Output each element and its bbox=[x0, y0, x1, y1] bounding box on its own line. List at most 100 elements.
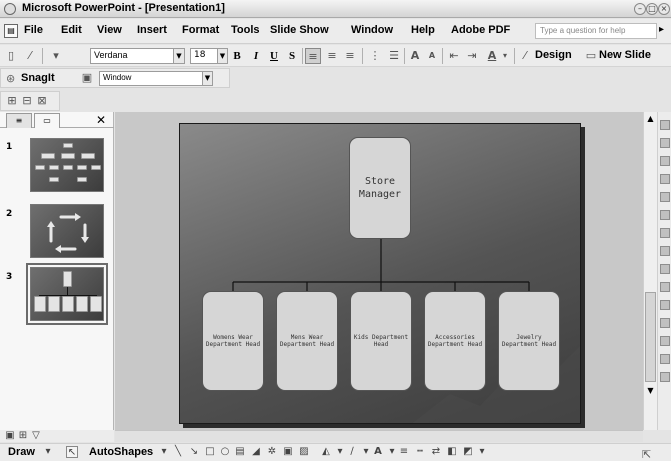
3d-style-icon[interactable]: ◩ bbox=[462, 446, 474, 458]
numbering-icon[interactable]: ⋮ bbox=[367, 48, 383, 64]
close-pane-icon[interactable]: ✕ bbox=[96, 113, 106, 127]
slide-show-view-icon[interactable]: ▽ bbox=[30, 430, 42, 442]
tool-icon[interactable] bbox=[660, 354, 670, 364]
minimize-icon[interactable]: – bbox=[634, 3, 646, 15]
font-color-dropdown-icon[interactable]: ▾ bbox=[497, 48, 513, 64]
slide-sorter-view-icon[interactable]: ⊞ bbox=[17, 430, 29, 442]
new-document-icon[interactable]: ▯ bbox=[3, 48, 19, 64]
draw-dropdown-icon[interactable]: ▾ bbox=[42, 446, 54, 458]
scrollbar-thumb[interactable] bbox=[645, 292, 656, 382]
horizontal-scrollbar[interactable] bbox=[115, 430, 643, 442]
tool-icon[interactable] bbox=[660, 174, 670, 184]
tool-icon[interactable] bbox=[660, 120, 670, 130]
shadow-button[interactable]: S bbox=[286, 48, 298, 64]
current-slide[interactable]: Store Manager Womens Wear Department Hea… bbox=[179, 123, 581, 424]
decrease-font-icon[interactable]: A bbox=[424, 48, 440, 64]
arrow-icon[interactable]: ↘ bbox=[188, 446, 200, 458]
tool-icon[interactable] bbox=[660, 318, 670, 328]
tool-icon[interactable] bbox=[660, 228, 670, 238]
document-icon[interactable]: ▤ bbox=[4, 24, 18, 38]
toolbar-options-icon[interactable]: ▾ bbox=[48, 48, 64, 64]
maximize-icon[interactable]: □ bbox=[646, 3, 658, 15]
tool-icon[interactable] bbox=[660, 156, 670, 166]
org-node-child[interactable]: Womens Wear Department Head bbox=[202, 291, 264, 391]
org-node-child[interactable]: Kids Department Head bbox=[350, 291, 412, 391]
outline-tab[interactable]: ≡ bbox=[6, 113, 32, 128]
underline-button[interactable]: U bbox=[268, 48, 280, 64]
menu-adobe-pdf[interactable]: Adobe PDF bbox=[451, 24, 510, 36]
tool-a-icon[interactable]: ⊞ bbox=[4, 93, 20, 109]
tool-icon[interactable] bbox=[660, 372, 670, 382]
font-name-field[interactable]: Verdana bbox=[90, 48, 174, 64]
tool-icon[interactable] bbox=[660, 300, 670, 310]
line-color-dropdown-icon[interactable]: ▾ bbox=[360, 446, 372, 458]
slide-thumbnail-2[interactable] bbox=[30, 204, 104, 258]
org-node-child[interactable]: Jewelry Department Head bbox=[498, 291, 560, 391]
tool-icon[interactable] bbox=[660, 264, 670, 274]
rectangle-icon[interactable]: □ bbox=[204, 446, 216, 458]
help-search-input[interactable]: Type a question for help bbox=[535, 23, 657, 39]
menu-slide-show[interactable]: Slide Show bbox=[270, 24, 329, 36]
diagram-icon[interactable]: ✲ bbox=[266, 446, 278, 458]
menu-view[interactable]: View bbox=[97, 24, 122, 36]
menu-edit[interactable]: Edit bbox=[61, 24, 82, 36]
fill-color-icon[interactable]: ◭ bbox=[320, 446, 332, 458]
autoshapes-dropdown-icon[interactable]: ▾ bbox=[158, 446, 170, 458]
bullets-icon[interactable]: ☰ bbox=[386, 48, 402, 64]
scroll-down-icon[interactable]: ▼ bbox=[645, 385, 656, 396]
italic-button[interactable]: I bbox=[250, 48, 262, 64]
bold-button[interactable]: B bbox=[231, 48, 243, 64]
vertical-scrollbar[interactable]: ▲ ▼ bbox=[643, 112, 657, 430]
oval-icon[interactable]: ○ bbox=[219, 446, 231, 458]
shadow-style-icon[interactable]: ◧ bbox=[446, 446, 458, 458]
align-right-icon[interactable]: ≡ bbox=[342, 48, 358, 64]
scroll-up-icon[interactable]: ▲ bbox=[645, 113, 656, 124]
menu-window[interactable]: Window bbox=[351, 24, 393, 36]
close-icon[interactable]: × bbox=[658, 3, 670, 15]
new-slide-button[interactable]: New Slide bbox=[599, 49, 651, 61]
tool-icon[interactable] bbox=[660, 138, 670, 148]
select-objects-icon[interactable]: ↖ bbox=[66, 446, 78, 458]
snagit-capture-icon[interactable]: ⊛ bbox=[6, 72, 15, 85]
font-dropdown-icon[interactable]: ▼ bbox=[174, 48, 185, 64]
open-icon[interactable]: ⁄ bbox=[22, 48, 38, 64]
clip-art-icon[interactable]: ▣ bbox=[282, 446, 294, 458]
dash-style-icon[interactable]: ┅ bbox=[414, 446, 426, 458]
design-button[interactable]: Design bbox=[535, 49, 572, 61]
menu-format[interactable]: Format bbox=[182, 24, 219, 36]
slide-thumbnail-1[interactable] bbox=[30, 138, 104, 192]
org-node-child[interactable]: Accessories Department Head bbox=[424, 291, 486, 391]
menu-help[interactable]: Help bbox=[411, 24, 435, 36]
line-color-icon[interactable]: ∕ bbox=[346, 446, 358, 458]
line-icon[interactable]: ╲ bbox=[172, 446, 184, 458]
tool-icon[interactable] bbox=[660, 336, 670, 346]
snagit-dropdown-icon[interactable]: ▼ bbox=[203, 71, 213, 86]
tool-b-icon[interactable]: ⊟ bbox=[19, 93, 35, 109]
font-size-dropdown-icon[interactable]: ▼ bbox=[218, 48, 228, 64]
tool-icon[interactable] bbox=[660, 246, 670, 256]
toolbar-options-icon[interactable]: ▾ bbox=[476, 446, 488, 458]
snagit-button[interactable]: SnagIt bbox=[21, 72, 55, 84]
new-slide-icon[interactable]: ▭ bbox=[583, 48, 599, 64]
insert-picture-icon[interactable]: ▨ bbox=[298, 446, 310, 458]
arrow-style-icon[interactable]: ⇄ bbox=[430, 446, 442, 458]
design-icon[interactable]: ⁄ bbox=[517, 48, 533, 64]
font-color-draw-dropdown-icon[interactable]: ▾ bbox=[386, 446, 398, 458]
draw-menu-button[interactable]: Draw bbox=[8, 446, 35, 458]
snagit-profile-icon[interactable]: ▣ bbox=[79, 70, 95, 86]
tool-icon[interactable] bbox=[660, 210, 670, 220]
align-center-icon[interactable]: ≡ bbox=[324, 48, 340, 64]
normal-view-icon[interactable]: ▣ bbox=[4, 430, 16, 442]
snagit-profile-select[interactable]: Window bbox=[99, 71, 203, 86]
app-icon[interactable] bbox=[4, 3, 16, 15]
tool-icon[interactable] bbox=[660, 282, 670, 292]
tool-icon[interactable] bbox=[660, 192, 670, 202]
increase-font-icon[interactable]: A bbox=[407, 48, 423, 64]
help-arrow-icon[interactable]: ▸ bbox=[659, 24, 664, 35]
menu-file[interactable]: File bbox=[24, 24, 43, 36]
line-style-icon[interactable]: ≡ bbox=[398, 446, 410, 458]
autoshapes-menu-button[interactable]: AutoShapes bbox=[89, 446, 153, 458]
org-node-top[interactable]: Store Manager bbox=[349, 137, 411, 239]
align-left-icon[interactable]: ≡ bbox=[305, 48, 321, 64]
decrease-indent-icon[interactable]: ⇤ bbox=[446, 48, 462, 64]
